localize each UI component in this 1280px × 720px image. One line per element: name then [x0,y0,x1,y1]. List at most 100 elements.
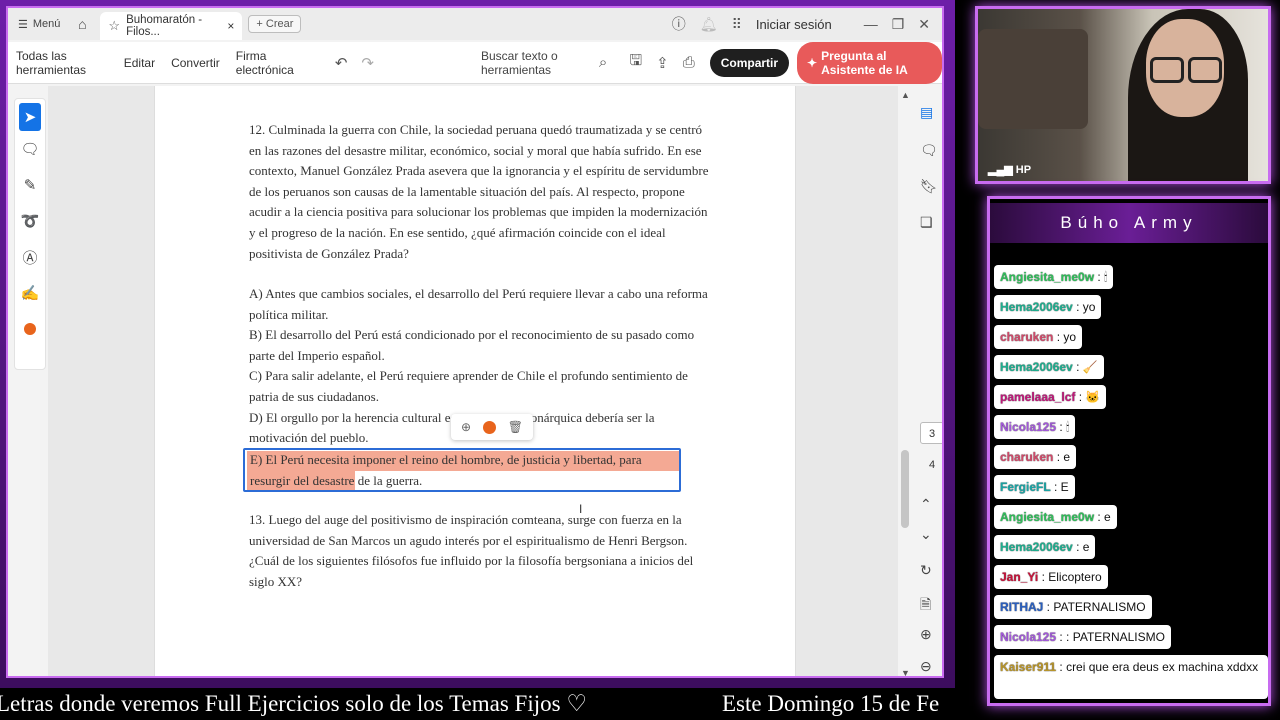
upload-icon[interactable]: ⇪ [649,54,676,72]
camera-label: ▂▄▆ HP [988,163,1031,176]
pages-thumbnails-icon[interactable]: ❏ [920,214,933,231]
chat-text: : : PATERNALISMO [1056,630,1165,644]
option-e: E) El Perú necesita imponer el reino del… [250,452,642,488]
chat-message: FergieFL : E [994,475,1075,499]
chat-username[interactable]: Jan_Yi [1000,570,1038,584]
chat-text: : crei que era deus ex machina xddxx [1056,660,1259,674]
stream-side-panel: ▂▄▆ HP Búho Army Angiesita_me0w : 🕯 Hema2… [955,0,1280,720]
page-up-icon[interactable]: ⌃ [920,496,932,513]
undo-icon[interactable]: ↶ [328,54,355,72]
all-tools-menu[interactable]: Todas las herramientas [8,49,116,77]
share-button[interactable]: Compartir [709,48,790,77]
create-button[interactable]: + Crear [248,15,302,33]
fit-page-icon[interactable]: 🗎 [920,594,931,618]
select-tool-icon[interactable]: ➤ [19,103,41,131]
chat-text: : 🧹 [1072,360,1098,374]
scroll-thumb[interactable] [901,450,909,528]
pdf-viewer-window: ☰ Menú ⌂ ☆ Buhomaratón - Filos... × + Cr… [6,6,944,678]
chat-username[interactable]: Nicola125 [1000,420,1056,434]
chat-username[interactable]: FergieFL [1000,480,1051,494]
bookmark-icon[interactable]: 🔖︎ [920,178,938,195]
question-13-text: 13. Luego del auge del positivismo de in… [249,512,694,589]
bell-icon[interactable]: 🔔︎ [700,16,718,33]
chat-message: charuken : e [994,445,1077,469]
save-icon[interactable]: 🖫 [622,50,649,75]
pdf-page: 12. Culminada la guerra con Chile, la so… [154,86,796,676]
chat-text: : E [1050,480,1069,494]
chat-text: : 🕯 [1056,420,1070,434]
color-picker[interactable] [15,311,45,347]
chat-message: Hema2006ev : e [994,535,1096,559]
chat-username[interactable]: Nicola125 [1000,630,1056,644]
webcam-couch [978,29,1088,129]
chat-username[interactable]: RITHAJ [1000,600,1043,614]
minimize-icon[interactable]: — [864,16,878,32]
fill-sign-tool-icon[interactable]: ✍ [15,275,45,311]
tab-title: Buhomaratón - Filos... [126,14,203,38]
vertical-scrollbar[interactable]: ▲ ▼ [901,90,910,676]
chat-username[interactable]: charuken [1000,450,1053,464]
news-ticker: Letras donde veremos Full Ejercicios sol… [0,688,955,720]
home-icon[interactable]: ⌂ [70,16,94,32]
lasso-tool-icon[interactable]: ➰ [15,203,45,239]
title-bar: ☰ Menú ⌂ ☆ Buhomaratón - Filos... × + Cr… [8,8,942,40]
question-12-text: 12. Culminada la guerra con Chile, la so… [249,122,709,261]
pen-tool-icon[interactable]: ✎ [15,167,45,203]
apps-grid-icon[interactable]: ⠿ [732,16,742,33]
chat-username[interactable]: pamelaaa_lcf [1000,390,1075,404]
convert-menu[interactable]: Convertir [163,56,228,70]
chat-text: : PATERNALISMO [1043,600,1146,614]
chat-username[interactable]: Angiesita_me0w [1000,510,1094,524]
search-icon[interactable]: ⌕ [592,54,614,71]
search-tools-input[interactable]: Buscar texto o herramientas [481,49,592,77]
scroll-down-arrow-icon[interactable]: ▼ [901,668,910,676]
print-icon[interactable]: ⎙ [676,54,702,71]
ticker-text-left: Letras donde veremos Full Ejercicios sol… [0,691,587,716]
sign-in-button[interactable]: Iniciar sesión [756,17,832,32]
chat-username[interactable]: Hema2006ev [1000,540,1073,554]
refresh-icon[interactable]: ↻ [920,562,932,579]
menu-button[interactable]: ☰ Menú [8,18,70,31]
page-down-icon[interactable]: ⌄ [920,526,932,543]
ai-assistant-icon: ✦ [807,55,818,70]
zoom-out-icon[interactable]: ⊖ [920,658,932,675]
chat-message: Nicola125 : 🕯 [994,415,1076,439]
star-icon[interactable]: ☆ [108,18,120,34]
highlight-annotation-option-e[interactable]: E) El Perú necesita imponer el reino del… [243,448,681,492]
chat-username[interactable]: Kaiser911 [1000,660,1056,674]
orange-color-swatch [24,323,36,335]
add-comment-icon[interactable]: ⊕ [461,420,471,434]
chat-username[interactable]: charuken [1000,330,1053,344]
glasses-left [1150,57,1184,83]
hamburger-icon: ☰ [18,18,28,31]
next-page-number: 4 [928,459,936,471]
chat-text: : e [1053,450,1071,464]
current-page-number[interactable]: 3 [920,422,942,444]
close-window-icon[interactable]: ✕ [918,16,930,33]
chat-username[interactable]: Hema2006ev [1000,300,1073,314]
ai-summary-icon[interactable]: ▤ [920,104,933,121]
chat-username[interactable]: Angiesita_me0w [1000,270,1094,284]
document-tab[interactable]: ☆ Buhomaratón - Filos... × [100,12,243,40]
help-icon[interactable]: ⓘ [672,14,686,34]
edit-menu[interactable]: Editar [116,56,163,70]
ai-assistant-button[interactable]: ✦ Pregunta al Asistente de IA [797,41,942,84]
scroll-up-arrow-icon[interactable]: ▲ [901,90,910,100]
chat-message: Angiesita_me0w : e [994,505,1117,529]
maximize-icon[interactable]: ❐ [892,16,905,33]
option-c: C) Para salir adelante, el Perú requiere… [249,368,688,404]
option-b: B) El desarrollo del Perú está condicion… [249,327,695,363]
comments-panel-icon[interactable]: 🗨︎ [920,142,938,159]
e-sign-menu[interactable]: Firma electrónica [228,49,312,77]
chat-username[interactable]: Hema2006ev [1000,360,1073,374]
zoom-in-icon[interactable]: ⊕ [920,626,932,643]
close-tab-icon[interactable]: × [227,19,234,33]
chat-message: Angiesita_me0w : 🕯 [994,265,1114,289]
ai-assistant-label: Pregunta al Asistente de IA [821,48,908,77]
highlight-color-icon[interactable] [482,420,496,434]
comment-tool-icon[interactable]: 🗨︎ [15,131,45,167]
delete-icon[interactable]: 🗑︎ [508,420,523,434]
redo-icon[interactable]: ↷ [354,54,381,72]
signal-bars-icon: ▂▄▆ [988,164,1016,176]
text-select-tool-icon[interactable]: Ⓐ [15,239,45,275]
